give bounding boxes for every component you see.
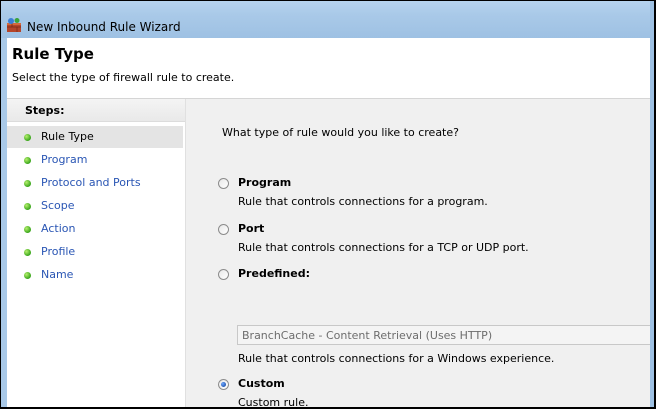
predefined-radio-label[interactable]: Predefined: [238,267,310,280]
step-label: Protocol and Ports [41,176,141,189]
step-status-icon [24,157,31,164]
step-program[interactable]: Program [7,149,183,171]
program-description: Rule that controls connections for a pro… [238,195,488,208]
predefined-rule-select[interactable]: BranchCache - Content Retrieval (Uses HT… [237,325,650,345]
step-label: Scope [41,199,75,212]
window-border-left [0,0,1,409]
port-description: Rule that controls connections for a TCP… [238,241,529,254]
firewall-wizard-icon [7,18,21,32]
step-status-icon [24,226,31,233]
window-title: New Inbound Rule Wizard [27,20,181,34]
title-bar[interactable]: New Inbound Rule Wizard [0,0,656,38]
rule-type-content: What type of rule would you like to crea… [186,99,650,409]
step-status-icon [24,180,31,187]
steps-heading-label: Steps: [25,104,65,117]
rule-type-question: What type of rule would you like to crea… [222,126,459,139]
custom-radio[interactable] [218,379,229,390]
steps-heading: Steps: [7,99,185,122]
page-subtitle: Select the type of firewall rule to crea… [12,71,235,84]
step-status-icon [24,249,31,256]
predefined-description: Rule that controls connections for a Win… [238,352,555,365]
predefined-select-value: BranchCache - Content Retrieval (Uses HT… [242,329,493,342]
program-radio[interactable] [218,178,229,189]
predefined-radio[interactable] [218,269,229,280]
step-label: Program [41,153,88,166]
step-label: Name [41,268,74,281]
step-name[interactable]: Name [7,264,183,286]
step-label: Action [41,222,76,235]
window-border-top [0,0,656,1]
program-radio-label[interactable]: Program [238,176,291,189]
step-profile[interactable]: Profile [7,241,183,263]
step-status-icon [24,134,31,141]
step-action[interactable]: Action [7,218,183,240]
steps-panel: Steps: Rule Type Program Protocol and Po… [7,99,186,409]
wizard-header: Rule Type Select the type of firewall ru… [7,38,650,99]
port-radio-label[interactable]: Port [238,222,264,235]
step-status-icon [24,272,31,279]
step-status-icon [24,203,31,210]
step-label: Rule Type [41,130,94,143]
step-rule-type[interactable]: Rule Type [7,126,183,148]
custom-radio-label[interactable]: Custom [238,377,285,390]
wizard-client-area: Rule Type Select the type of firewall ru… [7,38,650,409]
page-title: Rule Type [12,45,94,63]
step-protocol-and-ports[interactable]: Protocol and Ports [7,172,183,194]
step-label: Profile [41,245,76,258]
step-scope[interactable]: Scope [7,195,183,217]
window-frame-left [0,38,7,409]
wizard-window: New Inbound Rule Wizard Rule Type Select… [0,0,656,409]
port-radio[interactable] [218,224,229,235]
